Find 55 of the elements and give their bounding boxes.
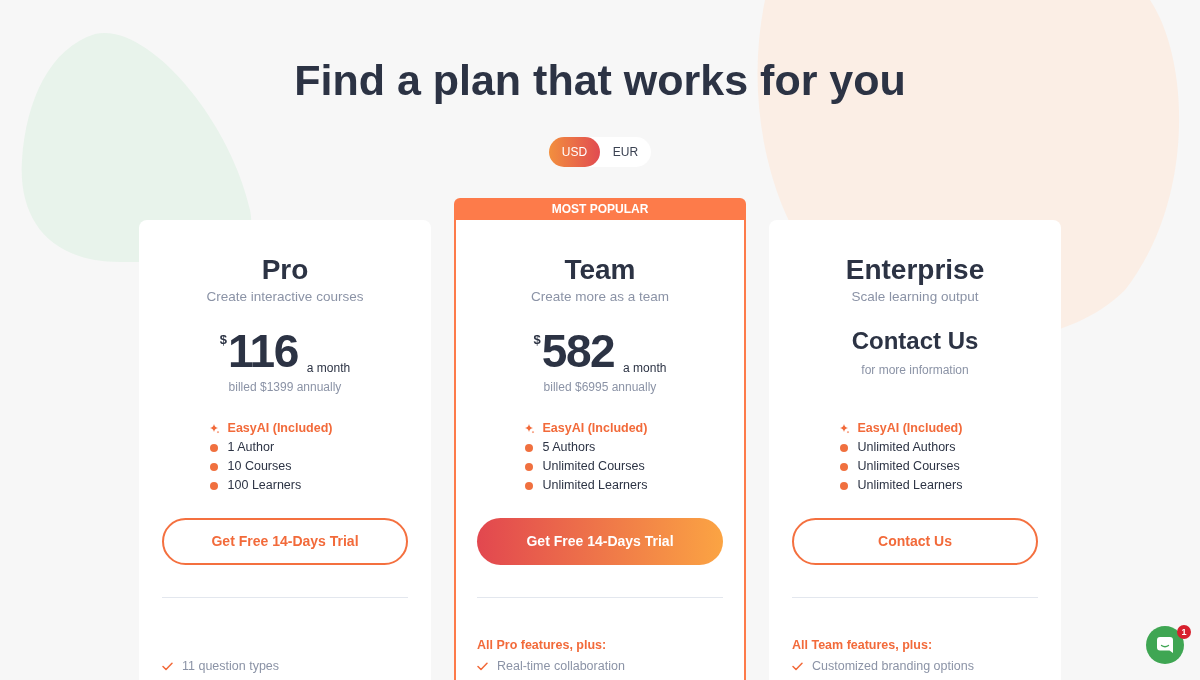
bullet-dot-icon (839, 481, 848, 490)
currency-tab[interactable]: EUR (600, 137, 651, 167)
feature-text: Unlimited Courses (857, 458, 960, 476)
ai-feature-label: EasyAI (Included) (227, 420, 333, 438)
feature-text: 10 Courses (227, 458, 292, 476)
feature-text: 11 question types (182, 658, 280, 676)
bullet-dot-icon (209, 462, 218, 471)
currency-symbol: $ (219, 332, 228, 348)
price-period: a month (306, 361, 351, 375)
plan-button[interactable]: Contact Us (792, 517, 1038, 565)
plan-tagline: Scale learning output (850, 288, 980, 306)
currency-symbol: $ (533, 332, 541, 348)
contact-title: Contact Us (851, 326, 979, 356)
check-icon (792, 662, 803, 671)
ai-feature-label: EasyAI (Included) (542, 420, 648, 438)
currency-tab[interactable]: USD (549, 137, 600, 167)
plan-tagline: Create interactive courses (205, 288, 365, 306)
chat-button[interactable] (1146, 626, 1184, 664)
page-heading: Find a plan that works for you (294, 55, 906, 106)
feature-text: Real-time collaboration (497, 658, 625, 676)
billing-note: billed $1399 annually (228, 379, 342, 396)
plan-button[interactable]: Get Free 14-Days Trial (162, 517, 408, 565)
feature-text: Unlimited Learners (542, 477, 648, 495)
plan-title: Pro (260, 253, 310, 287)
feature-text: Unlimited Authors (857, 439, 956, 457)
bullet-dot-icon (839, 443, 848, 452)
feature-text: Customized branding options (812, 658, 974, 676)
bullet-dot-icon (209, 481, 218, 490)
bullet-dot-icon (524, 443, 533, 452)
feature-text: Unlimited Learners (857, 477, 963, 495)
features-intro: All Team features, plus: (792, 637, 933, 652)
feature-text: 100 Learners (227, 477, 302, 495)
bullet-dot-icon (839, 462, 848, 471)
chat-bubble-icon (1156, 636, 1174, 654)
features-intro: All Pro features, plus: (477, 637, 607, 652)
feature-text: Unlimited Courses (542, 458, 645, 476)
check-icon (477, 662, 488, 671)
plan-title: Team (563, 253, 637, 287)
contact-note: for more information (861, 362, 969, 379)
plan-title: Enterprise (844, 253, 986, 287)
feature-text: 1 Author (227, 439, 275, 457)
bullet-dot-icon (524, 481, 533, 490)
billing-note: billed $6995 annually (543, 379, 657, 396)
ai-feature-label: EasyAI (Included) (857, 420, 963, 438)
plan-button[interactable]: Get Free 14-Days Trial (477, 517, 723, 565)
plan-tagline: Create more as a team (529, 288, 671, 306)
most-popular-banner: MOST POPULAR (454, 198, 746, 220)
bullet-dot-icon (524, 462, 533, 471)
bullet-dot-icon (209, 443, 218, 452)
feature-text: 5 Authors (542, 439, 596, 457)
price-period: a month (623, 361, 667, 375)
price-amount: 116 (228, 328, 298, 374)
check-icon (162, 662, 173, 671)
price-amount: 582 (541, 328, 615, 374)
notification-badge: 1 (1177, 625, 1191, 639)
